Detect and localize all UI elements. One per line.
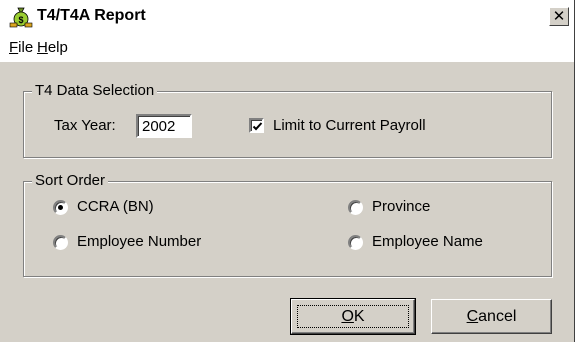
cancel-mnemonic: C — [466, 307, 479, 325]
tax-year-label: Tax Year: — [54, 117, 116, 134]
sort-order-group: Sort Order — [23, 172, 552, 277]
close-button[interactable]: ✕ — [549, 7, 569, 26]
sort-label-province: Province — [372, 198, 431, 215]
checkmark-icon — [252, 122, 263, 131]
limit-current-payroll-label: Limit to Current Payroll — [273, 117, 426, 134]
menu-file[interactable]: File — [9, 39, 33, 56]
sort-radio-ccra[interactable] — [53, 200, 68, 215]
t4-report-window: $ T4/T4A Report ✕ File Help T4 Data Sele… — [0, 0, 575, 342]
sort-label-ccra: CCRA (BN) — [77, 198, 154, 215]
menu-help[interactable]: Help — [37, 39, 68, 56]
money-bag-icon: $ — [9, 6, 33, 28]
cancel-button-label: Cancel — [467, 308, 517, 326]
menu-help-rest: elp — [47, 39, 68, 56]
window-title: T4/T4A Report — [37, 7, 146, 24]
svg-text:$: $ — [18, 15, 23, 25]
focus-rect — [297, 305, 409, 328]
cancel-rest: ancel — [478, 307, 517, 325]
ok-button[interactable]: OK — [290, 298, 416, 335]
menu-bar: File Help — [0, 34, 574, 62]
sort-label-employee-name: Employee Name — [372, 233, 483, 250]
sort-label-employee-number: Employee Number — [77, 233, 202, 250]
sort-radio-province[interactable] — [348, 200, 363, 215]
sort-order-group-label: Sort Order — [32, 172, 109, 190]
close-icon: ✕ — [552, 8, 566, 25]
sort-radio-employee-number[interactable] — [53, 235, 68, 250]
title-bar[interactable]: $ T4/T4A Report ✕ — [0, 0, 574, 34]
limit-current-payroll-checkbox[interactable] — [249, 118, 264, 133]
sort-radio-employee-name[interactable] — [348, 235, 363, 250]
data-selection-group-label: T4 Data Selection — [32, 82, 158, 100]
menu-help-mnemonic: H — [37, 39, 48, 56]
radio-selected-dot — [58, 205, 63, 210]
tax-year-input[interactable]: 2002 — [136, 114, 192, 138]
menu-file-rest: ile — [18, 39, 34, 56]
cancel-button[interactable]: Cancel — [431, 299, 552, 334]
menu-file-mnemonic: F — [9, 39, 19, 56]
